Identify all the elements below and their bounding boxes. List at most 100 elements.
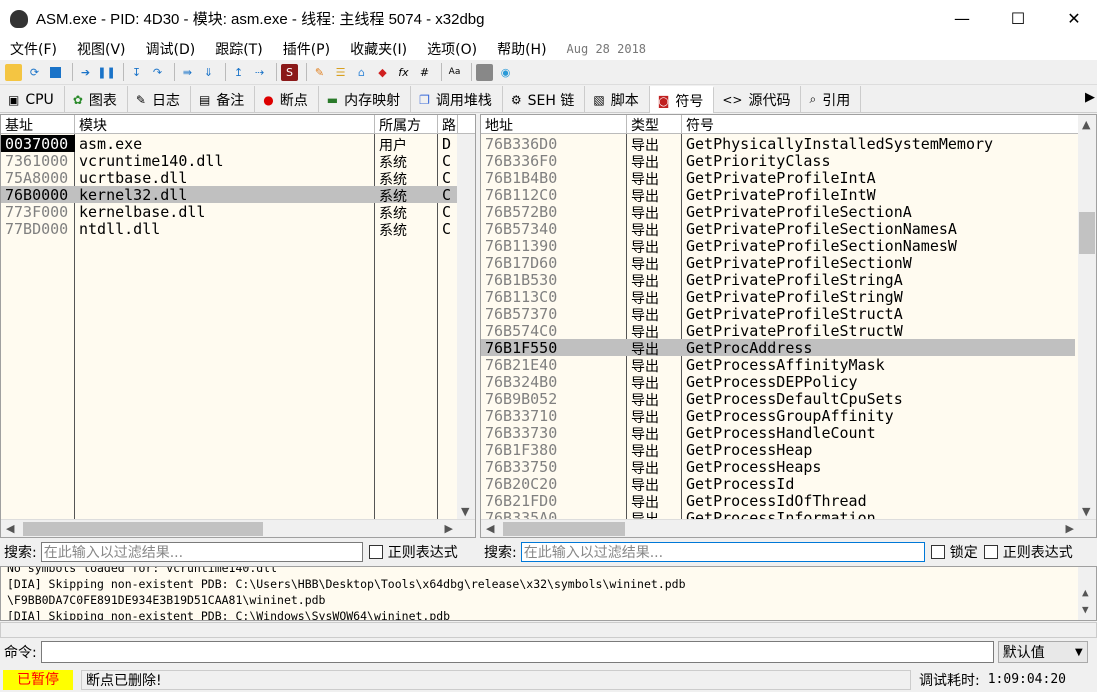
symbols-vscroll[interactable]: ▲ ▼ <box>1078 115 1096 520</box>
symbol-row[interactable]: 76B21E40 导出 GetProcessAffinityMask <box>481 356 1075 373</box>
symbol-row[interactable]: 76B113C0 导出 GetPrivateProfileStringW <box>481 288 1075 305</box>
run-icon[interactable]: ➔ <box>77 64 94 81</box>
function-icon[interactable]: fx <box>395 64 412 81</box>
symbol-row[interactable]: 76B9B052 导出 GetProcessDefaultCpuSets <box>481 390 1075 407</box>
tab-script[interactable]: ▧ 脚本 <box>585 86 650 113</box>
comment-icon[interactable]: ☰ <box>332 64 349 81</box>
symbol-row[interactable]: 76B21FD0 导出 GetProcessIdOfThread <box>481 492 1075 509</box>
tab-cpu[interactable]: ▣ CPU <box>0 86 65 113</box>
trace-over-icon[interactable]: ⇓ <box>200 64 217 81</box>
col-module[interactable]: 模块 <box>75 115 375 133</box>
menu-debug[interactable]: 调试(D) <box>146 39 196 59</box>
modules-search-input[interactable]: 在此输入以过滤结果... <box>40 542 363 562</box>
menu-options[interactable]: 选项(O) <box>427 39 477 59</box>
scroll-up-icon[interactable]: ▲ <box>1082 118 1090 131</box>
symbol-row[interactable]: 76B112C0 导出 GetPrivateProfileIntW <box>481 186 1075 203</box>
symbol-row-selected[interactable]: 76B1F550 导出 GetProcAddress <box>481 339 1075 356</box>
font-icon[interactable]: Aa <box>446 64 463 81</box>
scroll-left-icon[interactable]: ◀ <box>6 522 14 535</box>
symbol-row[interactable]: 76B33710 导出 GetProcessGroupAffinity <box>481 407 1075 424</box>
open-icon[interactable] <box>5 63 22 81</box>
symbol-row[interactable]: 76B33750 导出 GetProcessHeaps <box>481 458 1075 475</box>
step-over-icon[interactable]: ↷ <box>149 64 166 81</box>
lock-checkbox[interactable] <box>930 545 945 559</box>
symbols-vscroll-thumb[interactable] <box>1079 212 1095 254</box>
module-row[interactable]: 7361000 vcruntime140.dll 系统 C <box>1 152 459 169</box>
tab-breakpoints[interactable]: ● 断点 <box>255 86 319 113</box>
symbol-row[interactable]: 76B33730 导出 GetProcessHandleCount <box>481 424 1075 441</box>
symbol-row[interactable]: 76B572B0 导出 GetPrivateProfileSectionA <box>481 203 1075 220</box>
col-base[interactable]: 基址 <box>1 115 75 133</box>
label-icon[interactable]: ⌂ <box>353 64 370 81</box>
symbols-hscroll[interactable]: ◀ ▶ <box>481 519 1096 537</box>
close-button[interactable]: ✕ <box>1051 0 1097 37</box>
menu-trace[interactable]: 跟踪(T) <box>215 39 262 59</box>
tab-source[interactable]: <> 源代码 <box>714 86 802 113</box>
calculator-icon[interactable] <box>476 63 493 81</box>
symbols-hscroll-thumb[interactable] <box>503 522 625 536</box>
tab-graph[interactable]: ✿ 图表 <box>65 86 128 113</box>
menu-plugins[interactable]: 插件(P) <box>283 39 330 59</box>
scroll-up-icon[interactable]: ▲ <box>1082 585 1089 601</box>
modules-hscroll[interactable]: ◀ ▶ <box>1 519 475 537</box>
module-row[interactable]: 77BD000 ntdll.dll 系统 C <box>1 220 459 237</box>
col-type[interactable]: 类型 <box>627 115 682 133</box>
col-address[interactable]: 地址 <box>481 115 627 133</box>
tab-log[interactable]: ✎ 日志 <box>128 86 191 113</box>
menu-view[interactable]: 视图(V) <box>77 39 126 59</box>
symbol-row[interactable]: 76B1F380 导出 GetProcessHeap <box>481 441 1075 458</box>
command-input[interactable] <box>40 641 994 663</box>
log-vscroll[interactable]: ▲ ▼ <box>1078 567 1096 620</box>
stop-icon[interactable] <box>47 64 64 81</box>
scroll-right-icon[interactable]: ▶ <box>445 522 453 535</box>
tab-scroll-right-icon[interactable]: ▶ <box>1085 90 1095 105</box>
patch-icon[interactable]: ✎ <box>311 64 328 81</box>
symbol-row[interactable]: 76B574C0 导出 GetPrivateProfileStructW <box>481 322 1075 339</box>
bookmark-icon[interactable]: ◆ <box>374 64 391 81</box>
symbol-row[interactable]: 76B336F0 导出 GetPriorityClass <box>481 152 1075 169</box>
scroll-down-icon[interactable]: ▼ <box>1082 602 1089 618</box>
execute-till-return-icon[interactable]: ↥ <box>230 64 247 81</box>
tab-notes[interactable]: ▤ 备注 <box>191 86 256 113</box>
hash-icon[interactable]: # <box>416 64 433 81</box>
log-hscroll[interactable] <box>0 622 1097 638</box>
symbol-row[interactable]: 76B336D0 导出 GetPhysicallyInstalledSystemMe… <box>481 135 1075 152</box>
symbol-row[interactable]: 76B57340 导出 GetPrivateProfileSectionNamesA <box>481 220 1075 237</box>
pause-icon[interactable]: ❚❚ <box>97 64 115 81</box>
symbol-row[interactable]: 76B57370 导出 GetPrivateProfileStructA <box>481 305 1075 322</box>
module-row[interactable]: 75A8000 ucrtbase.dll 系统 C <box>1 169 459 186</box>
symbol-row[interactable]: 76B324B0 导出 GetProcessDEPPolicy <box>481 373 1075 390</box>
symbol-row[interactable]: 76B11390 导出 GetPrivateProfileSectionNamesW <box>481 237 1075 254</box>
run-to-user-code-icon[interactable]: ⇢ <box>251 64 268 81</box>
modules-regex-checkbox[interactable] <box>368 545 383 559</box>
minimize-button[interactable]: — <box>939 0 985 37</box>
module-row-selected[interactable]: 76B0000 kernel32.dll 系统 C <box>1 186 459 203</box>
scroll-right-icon[interactable]: ▶ <box>1066 522 1074 535</box>
symbols-regex-checkbox[interactable] <box>983 545 998 559</box>
col-symbol[interactable]: 符号 <box>682 115 1080 133</box>
tab-symbols[interactable]: ◙ 符号 <box>649 86 715 113</box>
symbol-row[interactable]: 76B17D60 导出 GetPrivateProfileSectionW <box>481 254 1075 271</box>
modules-hscroll-thumb[interactable] <box>23 522 263 536</box>
modules-vscroll[interactable]: ▼ <box>457 134 475 520</box>
module-row[interactable]: 0037000 asm.exe 用户 D <box>1 135 459 152</box>
menu-file[interactable]: 文件(F) <box>10 39 57 59</box>
globe-icon[interactable]: ◉ <box>497 64 514 81</box>
menu-help[interactable]: 帮助(H) <box>497 39 546 59</box>
scroll-left-icon[interactable]: ◀ <box>486 522 494 535</box>
tab-memory-map[interactable]: ▬ 内存映射 <box>319 86 412 113</box>
step-into-icon[interactable]: ↧ <box>128 64 145 81</box>
symbols-search-input[interactable]: 在此输入以过滤结果... <box>520 542 925 562</box>
scroll-down-icon[interactable]: ▼ <box>461 505 469 518</box>
symbol-row[interactable]: 76B20C20 导出 GetProcessId <box>481 475 1075 492</box>
tab-call-stack[interactable]: ❐ 调用堆栈 <box>411 86 503 113</box>
command-type-dropdown[interactable]: 默认值 ▼ <box>997 641 1088 663</box>
trace-into-icon[interactable]: ⇛ <box>179 64 196 81</box>
tab-references[interactable]: ⌕ 引用 <box>801 86 862 113</box>
symbol-row[interactable]: 76B1B4B0 导出 GetPrivateProfileIntA <box>481 169 1075 186</box>
restart-icon[interactable]: ⟳ <box>26 64 43 81</box>
col-path[interactable]: 路 <box>438 115 458 133</box>
maximize-button[interactable]: ☐ <box>995 0 1041 37</box>
col-party[interactable]: 所属方 <box>375 115 438 133</box>
module-row[interactable]: 773F000 kernelbase.dll 系统 C <box>1 203 459 220</box>
